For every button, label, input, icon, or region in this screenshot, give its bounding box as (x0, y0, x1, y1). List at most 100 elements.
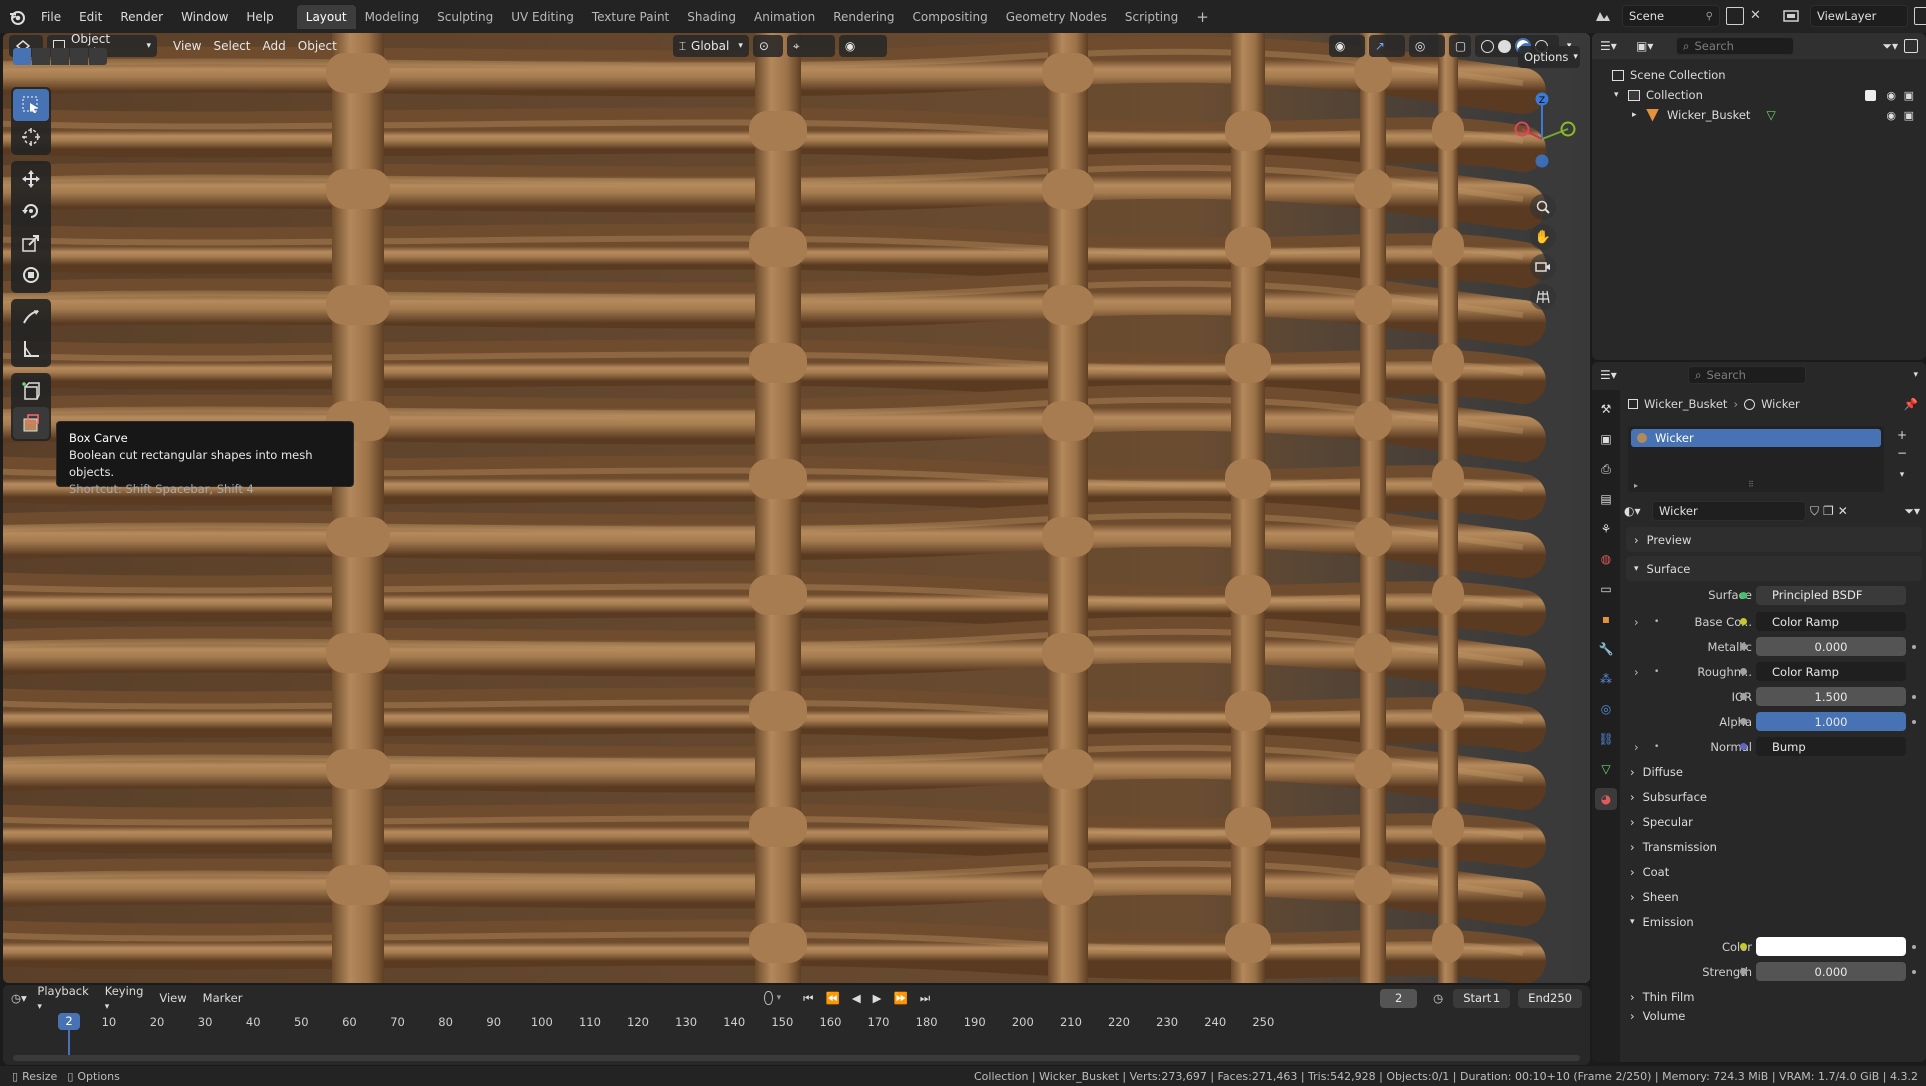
slot-remove-icon[interactable]: − (1892, 446, 1912, 464)
chevron-down-icon[interactable]: ▾ (777, 993, 782, 1003)
chevron-right-icon[interactable]: › (1634, 665, 1639, 679)
outliner-editor-type-icon[interactable]: ☰▾ (1600, 39, 1630, 53)
viewlayer-icon[interactable] (1778, 5, 1804, 27)
object-tab-icon[interactable]: ▪ (1595, 608, 1617, 630)
keyframe-dot-icon[interactable] (1912, 644, 1916, 649)
pin-icon[interactable]: 📌 (1904, 397, 1918, 411)
frame-ruler[interactable]: 2 10 20 30 40 50 60 70 80 90 100 110 120 130 140 150 16… (3, 1013, 1590, 1033)
timeline-menu-keying[interactable]: Keying ▾ (99, 984, 150, 1012)
jump-keyframe-forward-icon[interactable]: ⏩ (890, 991, 912, 1005)
section-surface[interactable]: ▾ Surface (1626, 556, 1922, 581)
subsection-header[interactable]: › Specular (1622, 809, 1926, 834)
camera-view-icon[interactable] (1530, 254, 1556, 280)
chevron-right-icon[interactable]: › (1634, 740, 1639, 754)
pivot-icon[interactable]: ⊙ (752, 35, 783, 57)
solid-shading-icon[interactable] (1497, 39, 1511, 53)
proportional-edit-icon[interactable]: ◉ (838, 35, 887, 57)
emission-strength-field[interactable]: 0.000 (1756, 962, 1906, 981)
emission-color-swatch[interactable] (1756, 937, 1906, 956)
output-tab-icon[interactable]: ⎙ (1595, 458, 1617, 480)
link-type-icon[interactable]: ⏷▾ (1904, 504, 1920, 519)
move-tool-icon[interactable] (13, 163, 49, 195)
select-invert-icon[interactable] (70, 48, 88, 65)
new-collection-icon[interactable] (1904, 39, 1918, 53)
shader-input-value[interactable]: 1.500 (1756, 687, 1906, 706)
keyframe-dot-icon[interactable] (1912, 719, 1916, 724)
fake-user-icon[interactable]: ⛉ (1810, 504, 1819, 519)
select-new-icon[interactable] (13, 48, 31, 65)
timeline-menu-view[interactable]: View (153, 991, 192, 1005)
shader-input-value[interactable]: Color Ramp (1756, 662, 1906, 681)
select-intersect-icon[interactable] (89, 48, 107, 65)
material-browse-icon[interactable]: ◐▾ (1624, 504, 1648, 518)
exclude-checkbox[interactable] (1865, 89, 1876, 101)
filter-icon[interactable]: ⏷▾ (1882, 39, 1898, 54)
scene-field[interactable]: Scene ⚲ (1622, 5, 1720, 27)
menu-file[interactable]: File (32, 0, 70, 33)
material-slot-list[interactable]: Wicker ▸ ⠿ (1628, 426, 1884, 492)
scene-icon[interactable] (1590, 5, 1616, 27)
add-cube-tool-icon[interactable] (13, 375, 49, 407)
pin-icon[interactable]: ⚲ (1706, 11, 1713, 22)
tool-tab-icon[interactable]: ⚒ (1595, 398, 1617, 420)
section-volume[interactable]: › Volume (1622, 1009, 1926, 1023)
playhead-frame-badge[interactable]: 2 (58, 1013, 80, 1030)
chevron-down-icon[interactable]: ▾ (1614, 90, 1628, 100)
chevron-right-icon[interactable]: ▸ (1632, 110, 1646, 120)
new-viewlayer-icon[interactable] (1914, 7, 1926, 25)
outliner-row-scene-collection[interactable]: Scene Collection (1592, 65, 1926, 85)
timeline-scrollbar[interactable] (13, 1055, 1580, 1061)
surface-shader-field[interactable]: Principled BSDF (1756, 585, 1906, 605)
physics-tab-icon[interactable]: ◎ (1595, 698, 1617, 720)
start-frame-field[interactable]: Start 1 (1453, 988, 1511, 1008)
subsection-header[interactable]: › Diffuse (1622, 759, 1926, 784)
jump-end-icon[interactable]: ⏭ (916, 991, 934, 1006)
shader-input-value[interactable]: Color Ramp (1756, 612, 1906, 631)
zoom-icon[interactable] (1530, 194, 1556, 220)
duplicate-material-icon[interactable]: ❐ (1823, 504, 1834, 518)
tab-layout[interactable]: Layout (296, 4, 356, 29)
play-icon[interactable]: ▶ (869, 991, 886, 1005)
end-frame-field[interactable]: End 250 (1518, 988, 1582, 1008)
unlink-material-icon[interactable]: ✕ (1838, 504, 1848, 518)
section-thin-film[interactable]: › Thin Film (1622, 984, 1926, 1009)
menu-window[interactable]: Window (172, 0, 237, 33)
chevron-right-icon[interactable]: › (1634, 615, 1639, 629)
outliner-search-input[interactable]: ⌕ Search (1676, 37, 1794, 55)
orientation-dropdown[interactable]: ⌶ Global ▾ (672, 35, 749, 57)
select-subtract-icon[interactable] (51, 48, 69, 65)
keyframe-dot-icon[interactable] (1912, 969, 1916, 974)
annotate-tool-icon[interactable] (13, 301, 49, 333)
data-tab-icon[interactable]: ▽ (1595, 758, 1617, 780)
current-frame-field[interactable]: 2 (1380, 988, 1418, 1008)
tab-uv-editing[interactable]: UV Editing (502, 5, 583, 29)
subsection-header[interactable]: › Sheen (1622, 884, 1926, 909)
cursor-tool-icon[interactable] (13, 121, 49, 153)
material-name-field[interactable]: Wicker (1652, 501, 1806, 521)
snap-icon[interactable]: ⌖ (786, 35, 835, 57)
add-workspace-icon[interactable]: + (1187, 5, 1218, 29)
keyframe-dot-icon[interactable] (1912, 944, 1916, 949)
slot-add-icon[interactable]: + (1892, 428, 1912, 446)
section-preview[interactable]: › Preview (1626, 527, 1922, 552)
scale-tool-icon[interactable] (13, 227, 49, 259)
menu-edit[interactable]: Edit (70, 0, 111, 33)
eye-icon[interactable]: ◉ (1886, 109, 1896, 122)
world-tab-icon[interactable]: ◍ (1595, 548, 1617, 570)
menu-render[interactable]: Render (111, 0, 172, 33)
render-tab-icon[interactable]: ▣ (1595, 428, 1617, 450)
overlay-toggle-icon[interactable]: ◎ (1408, 35, 1445, 57)
viewport-menu-select[interactable]: Select (207, 35, 256, 57)
keyframe-dot-icon[interactable] (1912, 694, 1916, 699)
chevron-down-icon[interactable]: ▾ (1913, 370, 1918, 380)
particles-tab-icon[interactable]: ⁂ (1595, 668, 1617, 690)
jump-start-icon[interactable]: ⏮ (799, 991, 817, 1006)
tab-texture-paint[interactable]: Texture Paint (583, 5, 678, 29)
gizmo-toggle-icon[interactable]: ↗ (1368, 35, 1405, 57)
tab-rendering[interactable]: Rendering (824, 5, 903, 29)
viewlayer-field[interactable]: ViewLayer (1810, 5, 1908, 27)
rotate-tool-icon[interactable] (13, 195, 49, 227)
viewport-menu-object[interactable]: Object (292, 35, 343, 57)
tab-scripting[interactable]: Scripting (1116, 5, 1187, 29)
eye-icon[interactable]: ◉ (1886, 89, 1896, 102)
